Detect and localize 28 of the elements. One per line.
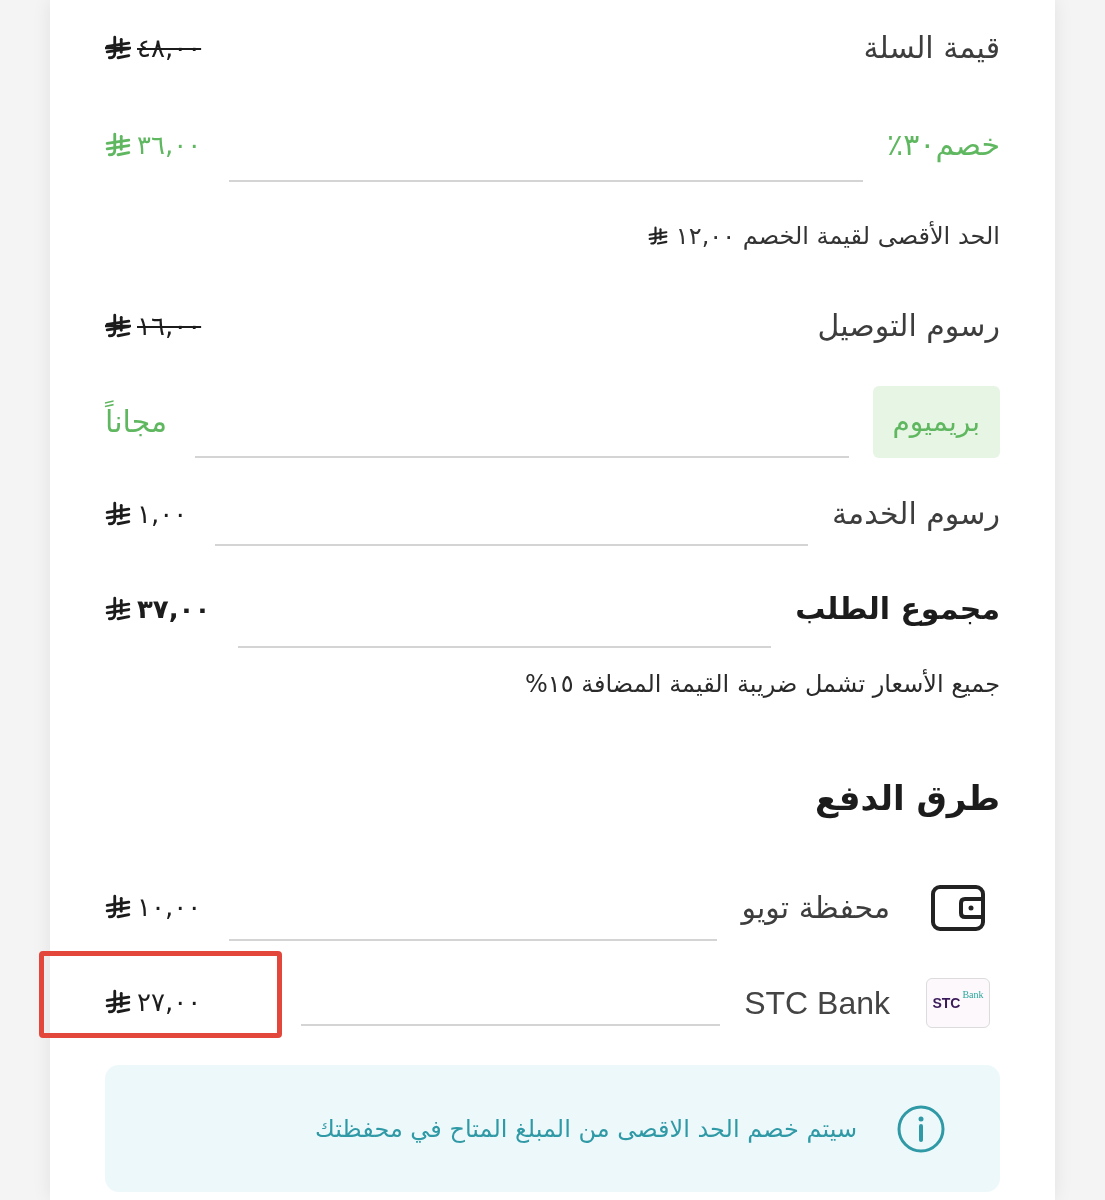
payment-method-name: محفظة تويو (741, 893, 890, 923)
wallet-icon (931, 885, 985, 931)
row-label: قيمة السلة (863, 33, 1000, 63)
info-icon (897, 1104, 945, 1153)
riyal-sign-icon (105, 313, 131, 339)
amount-text: ٤٨,٠٠ (137, 35, 202, 61)
notice-text: سيتم خصم الحد الاقصى من المبلغ المتاح في محفظتك (315, 1116, 857, 1141)
row-label: رسوم الخدمة (832, 499, 1000, 529)
payment-method-name: STC Bank (744, 987, 890, 1019)
amount-text: ٣٧,٠٠ (137, 596, 211, 622)
amount-text: ١,٠٠ (137, 501, 188, 527)
riyal-sign-icon (105, 988, 131, 1015)
amount-text: ١٦,٠٠ (137, 313, 202, 339)
riyal-sign-icon (105, 596, 131, 622)
logo-text: STC (932, 996, 961, 1010)
amount-text: ٢٧,٠٠ (137, 988, 202, 1015)
premium-badge: بريميوم (872, 386, 1000, 458)
riyal-sign-icon (105, 501, 131, 527)
riyal-sign-icon (105, 893, 131, 920)
riyal-sign-icon (647, 226, 668, 246)
riyal-sign-icon (105, 132, 131, 158)
riyal-sign-icon (105, 35, 131, 61)
total-label: مجموع الطلب (795, 594, 1000, 624)
amount-text: ١٠,٠٠ (137, 893, 202, 920)
free-value: مجاناً (105, 398, 168, 446)
amount-text: ٣٦,٠٠ (137, 132, 202, 158)
row-label: رسوم التوصيل (817, 311, 1000, 341)
logo-subtext: Bank (962, 990, 984, 1000)
